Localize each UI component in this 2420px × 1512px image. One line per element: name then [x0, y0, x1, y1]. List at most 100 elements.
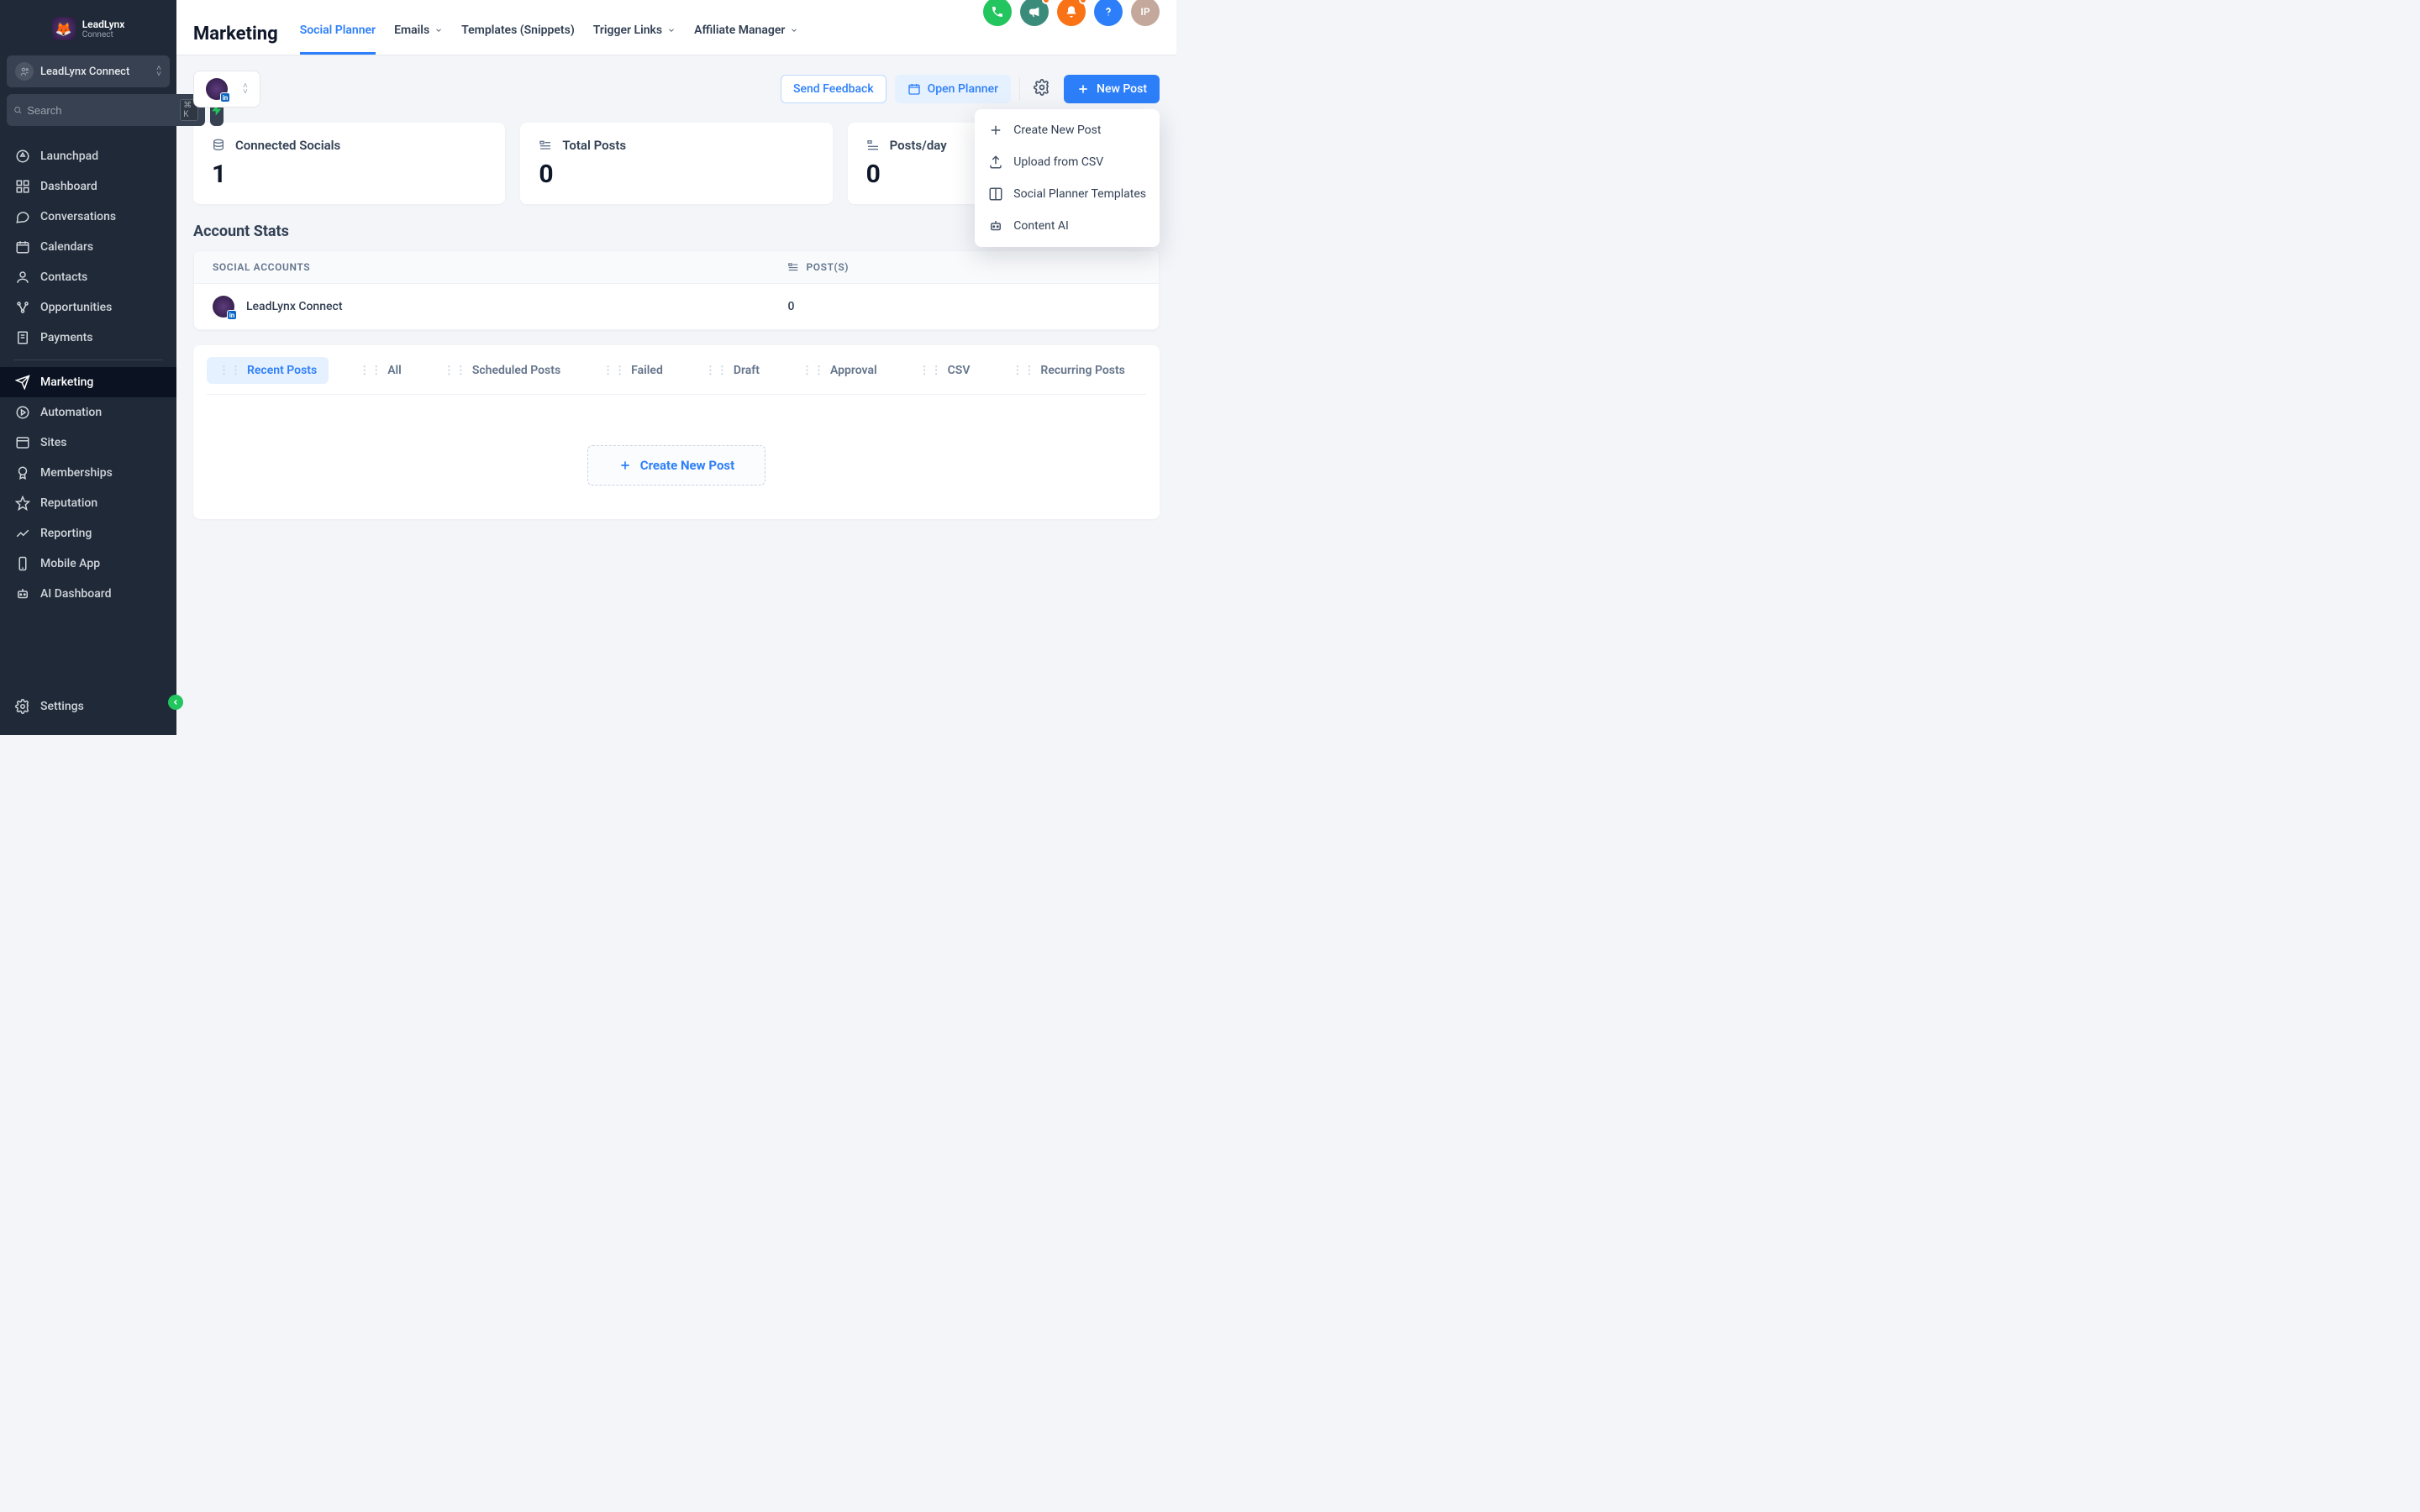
- nav-reputation[interactable]: Reputation: [0, 488, 176, 518]
- brand-logo: 🦊 LeadLynx Connect: [0, 0, 176, 49]
- posts-tab-draft[interactable]: ⋮⋮ Draft: [693, 357, 771, 384]
- settings-button[interactable]: [1028, 74, 1055, 104]
- nav-marketing[interactable]: Marketing: [0, 367, 176, 397]
- nav-payments[interactable]: Payments: [0, 323, 176, 353]
- dropdown-item-create-post[interactable]: Create New Post: [975, 114, 1160, 146]
- call-button[interactable]: [983, 0, 1012, 26]
- collapse-sidebar-button[interactable]: [168, 695, 183, 710]
- nav-launchpad[interactable]: Launchpad: [0, 141, 176, 171]
- plus-icon: [618, 459, 632, 472]
- send-feedback-button[interactable]: Send Feedback: [781, 75, 886, 103]
- nav-settings[interactable]: Settings: [0, 691, 176, 722]
- dropdown-item-upload-csv[interactable]: Upload from CSV: [975, 146, 1160, 178]
- posts-tab-recent[interactable]: ⋮⋮ Recent Posts: [207, 357, 329, 384]
- account-switcher[interactable]: LeadLynx Connect ˄˅: [7, 55, 170, 87]
- tab-templates[interactable]: Templates (Snippets): [461, 13, 575, 55]
- calendar-icon: [15, 239, 30, 255]
- tab-emails[interactable]: Emails: [394, 13, 443, 55]
- social-planner-toolbar: in ˄˅ Send Feedback Open Planner New Pos…: [176, 55, 1176, 123]
- nav-item-label: Automation: [40, 406, 102, 419]
- gear-icon: [1034, 79, 1050, 96]
- nav-calendars[interactable]: Calendars: [0, 232, 176, 262]
- chevron-left-icon: [171, 698, 180, 706]
- nav-mobile-app[interactable]: Mobile App: [0, 549, 176, 579]
- dropdown-item-content-ai[interactable]: Content AI: [975, 210, 1160, 242]
- opportunities-icon: [15, 300, 30, 315]
- user-avatar[interactable]: IP: [1131, 0, 1160, 26]
- chevron-down-icon: [434, 26, 443, 34]
- nav-contacts[interactable]: Contacts: [0, 262, 176, 292]
- nav-item-label: Launchpad: [40, 150, 98, 163]
- nav-item-label: Marketing: [40, 375, 93, 389]
- nav-sites[interactable]: Sites: [0, 428, 176, 458]
- drag-handle-icon: ⋮⋮: [919, 365, 943, 377]
- dropdown-item-label: Social Planner Templates: [1013, 187, 1146, 201]
- chevron-down-icon: [667, 26, 676, 34]
- nav-memberships[interactable]: Memberships: [0, 458, 176, 488]
- posts-tab-approval[interactable]: ⋮⋮ Approval: [790, 357, 889, 384]
- layout-icon: [15, 435, 30, 450]
- nav-item-label: Dashboard: [40, 180, 97, 193]
- nav-reporting[interactable]: Reporting: [0, 518, 176, 549]
- posts-count-cell: 0: [787, 300, 1140, 313]
- search-input[interactable]: [27, 104, 175, 117]
- account-name-cell: LeadLynx Connect: [246, 300, 342, 313]
- notification-dot: [1079, 0, 1087, 4]
- plus-icon: [1076, 82, 1090, 96]
- chevron-down-icon: [790, 26, 798, 34]
- account-selector-chevrons-icon: ˄˅: [243, 83, 248, 95]
- tab-label: Templates (Snippets): [461, 24, 575, 37]
- tab-affiliate-manager[interactable]: Affiliate Manager: [694, 13, 798, 55]
- nav-automation[interactable]: Automation: [0, 397, 176, 428]
- posts-tab-scheduled[interactable]: ⋮⋮ Scheduled Posts: [432, 357, 572, 384]
- megaphone-icon: [1028, 5, 1041, 18]
- brand-logo-icon: 🦊: [52, 17, 76, 40]
- posts-tab-recurring[interactable]: ⋮⋮ Recurring Posts: [1000, 357, 1136, 384]
- nav-item-label: Calendars: [40, 240, 93, 254]
- nav-item-label: Contacts: [40, 270, 87, 284]
- brand-title: LeadLynx: [82, 18, 125, 30]
- tab-trigger-links[interactable]: Trigger Links: [593, 13, 676, 55]
- nav-dashboard[interactable]: Dashboard: [0, 171, 176, 202]
- tab-social-planner[interactable]: Social Planner: [300, 13, 376, 55]
- posts-tab-all[interactable]: ⋮⋮ All: [347, 357, 413, 384]
- new-post-button[interactable]: New Post: [1064, 75, 1160, 103]
- dropdown-item-label: Create New Post: [1013, 123, 1101, 137]
- nav-item-label: Sites: [40, 436, 66, 449]
- dropdown-item-templates[interactable]: Social Planner Templates: [975, 178, 1160, 210]
- nav-conversations[interactable]: Conversations: [0, 202, 176, 232]
- chat-icon: [15, 209, 30, 224]
- stat-value: 0: [539, 160, 813, 189]
- search-box[interactable]: ⌘ K: [7, 94, 205, 126]
- nav-ai-dashboard[interactable]: AI Dashboard: [0, 579, 176, 609]
- posts-tabs: ⋮⋮ Recent Posts ⋮⋮ All ⋮⋮ Scheduled Post…: [207, 357, 1146, 384]
- table-row[interactable]: in LeadLynx Connect 0: [194, 284, 1159, 329]
- social-avatar: in: [206, 78, 228, 100]
- empty-state: Create New Post: [207, 445, 1146, 486]
- account-selector[interactable]: in ˄˅: [193, 71, 260, 108]
- page-header: Marketing Social Planner Emails Template…: [176, 0, 1176, 55]
- announcements-button[interactable]: [1020, 0, 1049, 26]
- posts-tab-failed[interactable]: ⋮⋮ Failed: [591, 357, 675, 384]
- frequency-icon: [866, 139, 880, 152]
- primary-nav: Launchpad Dashboard Conversations Calend…: [0, 134, 176, 678]
- create-new-post-button[interactable]: Create New Post: [587, 445, 765, 486]
- open-planner-button[interactable]: Open Planner: [895, 75, 1011, 103]
- social-avatar: in: [213, 296, 234, 318]
- drag-handle-icon: ⋮⋮: [444, 365, 467, 377]
- page-title: Marketing: [193, 24, 278, 45]
- play-circle-icon: [15, 405, 30, 420]
- account-name: LeadLynx Connect: [40, 66, 129, 78]
- tab-label: Trigger Links: [593, 24, 662, 37]
- brand-subtitle: Connect: [82, 30, 125, 39]
- new-post-dropdown: Create New Post Upload from CSV Social P…: [975, 109, 1160, 247]
- posts-tab-csv[interactable]: ⋮⋮ CSV: [908, 357, 982, 384]
- linkedin-badge-icon: in: [227, 310, 237, 320]
- notifications-button[interactable]: [1057, 0, 1086, 26]
- help-button[interactable]: [1094, 0, 1123, 26]
- drag-handle-icon: ⋮⋮: [802, 365, 825, 377]
- posts-tab-label: Recurring Posts: [1040, 364, 1124, 377]
- drag-handle-icon: ⋮⋮: [359, 365, 382, 377]
- nav-opportunities[interactable]: Opportunities: [0, 292, 176, 323]
- receipt-icon: [15, 330, 30, 345]
